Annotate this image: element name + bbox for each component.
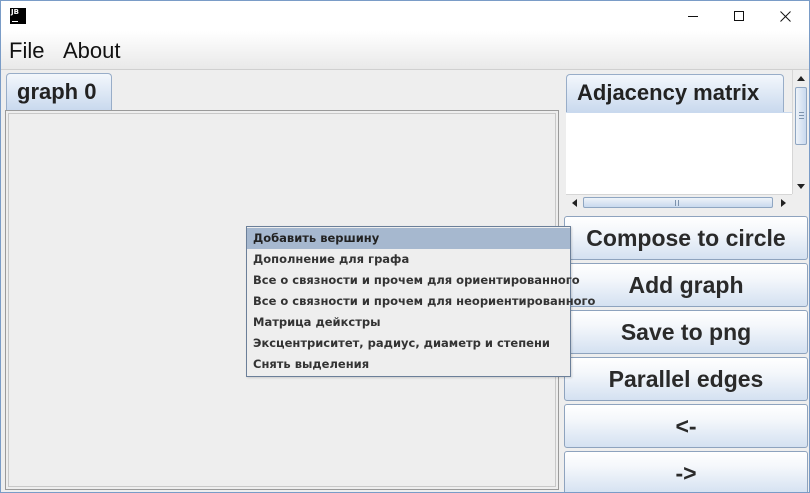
close-icon: [780, 10, 791, 22]
forward-button[interactable]: ->: [564, 451, 808, 492]
tab-adjacency-matrix[interactable]: Adjacency matrix: [566, 74, 784, 112]
minimize-icon: [688, 15, 698, 17]
horizontal-scrollbar[interactable]: [566, 194, 792, 210]
scroll-down-arrow-icon[interactable]: [793, 178, 809, 194]
horizontal-scroll-thumb[interactable]: [583, 197, 773, 208]
parallel-edges-button[interactable]: Parallel edges: [564, 357, 808, 401]
vertical-scroll-thumb[interactable]: [795, 87, 807, 145]
right-panel: Adjacency matrix Compose to circle Add g…: [563, 70, 809, 492]
scroll-up-arrow-icon[interactable]: [793, 70, 809, 86]
minimize-button[interactable]: [671, 1, 716, 31]
context-menu-item-add-vertex[interactable]: Добавить вершину: [247, 228, 570, 249]
context-menu-item-eccentricity[interactable]: Эксцентриситет, радиус, диаметр и степен…: [247, 333, 570, 354]
java-app-icon: JB: [10, 8, 26, 24]
context-menu-item-clear-selection[interactable]: Снять выделения: [247, 354, 570, 375]
vertical-scrollbar[interactable]: [792, 70, 809, 194]
compose-to-circle-button[interactable]: Compose to circle: [564, 216, 808, 260]
context-menu-item-undirected-connectivity[interactable]: Все о связности и прочем для неориентиро…: [247, 291, 595, 312]
close-button[interactable]: [763, 1, 808, 31]
scroll-left-arrow-icon[interactable]: [566, 195, 582, 211]
title-bar[interactable]: JB: [1, 1, 809, 31]
context-menu-item-dijkstra-matrix[interactable]: Матрица дейкстры: [247, 312, 570, 333]
menu-bar: File About: [1, 31, 809, 70]
menu-file[interactable]: File: [9, 38, 44, 64]
menu-about[interactable]: About: [63, 38, 121, 64]
maximize-button[interactable]: [717, 1, 762, 31]
context-menu-item-graph-complement[interactable]: Дополнение для графа: [247, 249, 570, 270]
adjacency-matrix-view[interactable]: [566, 112, 792, 194]
adjacency-matrix-scroll-pane: Adjacency matrix: [563, 70, 809, 210]
maximize-icon: [734, 10, 744, 21]
context-menu: Добавить вершину Дополнение для графа Вс…: [246, 226, 595, 377]
app-window: JB File About graph 0 Adjacency matrix C…: [0, 0, 810, 493]
add-graph-button[interactable]: Add graph: [564, 263, 808, 307]
scroll-right-arrow-icon[interactable]: [775, 195, 791, 211]
tab-adjacency-matrix-label: Adjacency matrix: [577, 80, 760, 105]
save-to-png-button[interactable]: Save to png: [564, 310, 808, 354]
context-menu-item-directed-connectivity[interactable]: Все о связности и прочем для ориентирова…: [247, 270, 580, 291]
back-button[interactable]: <-: [564, 404, 808, 448]
app-icon-text: JB: [11, 8, 19, 16]
tab-graph-0[interactable]: graph 0: [6, 73, 112, 110]
tab-graph-0-label: graph 0: [17, 79, 97, 104]
